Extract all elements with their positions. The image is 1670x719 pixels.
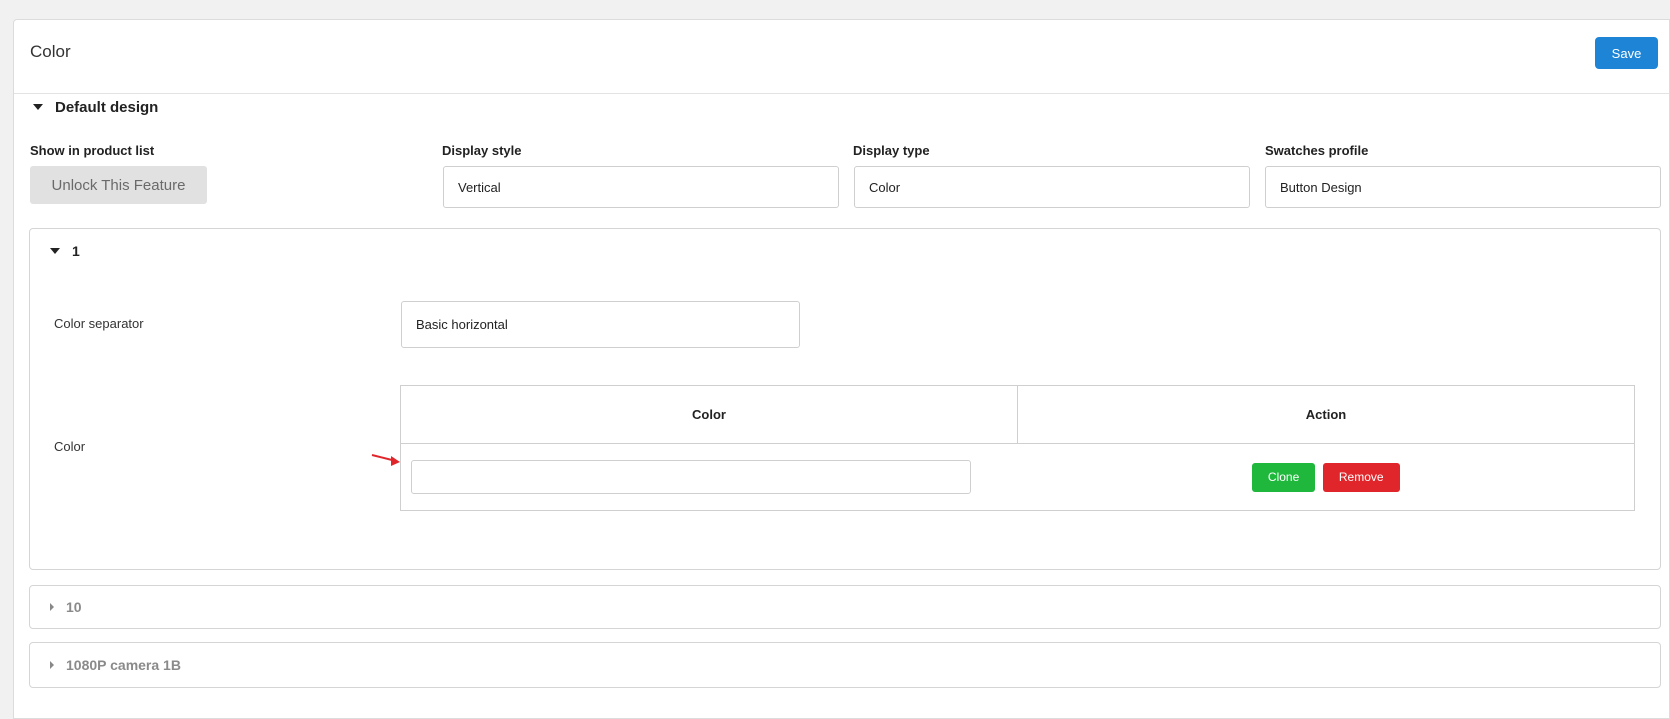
display-type-label: Display type [853, 143, 930, 158]
clone-button[interactable]: Clone [1251, 462, 1316, 492]
color-column-header: Color [400, 385, 1018, 444]
action-column-header: Action [1017, 385, 1635, 444]
page-title: Color [30, 42, 71, 61]
display-type-value: Color [869, 179, 901, 195]
color-value-input[interactable] [411, 460, 971, 494]
unlock-feature-button[interactable]: Unlock This Feature [30, 166, 207, 204]
caret-right-icon [50, 603, 54, 611]
group-1-toggle[interactable]: 1 [50, 243, 80, 259]
table-row: Clone Remove [400, 443, 1635, 511]
caret-down-icon [50, 248, 60, 254]
display-style-label: Display style [442, 143, 522, 158]
card-header: Color Save [14, 20, 1669, 94]
display-type-select[interactable]: Color [854, 166, 1250, 208]
action-cell: Clone Remove [1017, 443, 1635, 511]
group-panel-1080p[interactable]: 1080P camera 1B [29, 642, 1661, 688]
display-style-select[interactable]: Vertical [443, 166, 839, 208]
caret-right-icon [50, 661, 54, 669]
group-1080p-toggle[interactable]: 1080P camera 1B [50, 657, 181, 673]
color-separator-value: Basic horizontal [416, 317, 508, 332]
group-title: 10 [66, 599, 82, 615]
swatches-profile-label: Swatches profile [1265, 143, 1369, 158]
remove-button[interactable]: Remove [1322, 462, 1400, 492]
caret-down-icon [33, 104, 43, 110]
save-button[interactable]: Save [1595, 37, 1658, 69]
color-table: Color Action Clone Remove [400, 385, 1635, 511]
group-panel-10[interactable]: 10 [29, 585, 1661, 629]
group-10-toggle[interactable]: 10 [50, 599, 82, 615]
group-title: 1 [72, 243, 80, 259]
color-cell [400, 443, 1018, 511]
color-separator-label: Color separator [54, 316, 144, 331]
group-title: 1080P camera 1B [66, 657, 181, 673]
display-style-value: Vertical [458, 179, 501, 195]
red-arrow-icon [371, 454, 400, 466]
group-panel-1: 1 Color separator Basic horizontal Color… [29, 228, 1661, 570]
swatches-profile-select[interactable]: Button Design [1265, 166, 1661, 208]
swatches-profile-value: Button Design [1280, 179, 1362, 195]
section-default-design-toggle[interactable]: Default design [33, 96, 158, 118]
section-title: Default design [55, 98, 159, 116]
show-in-product-list-label: Show in product list [30, 143, 155, 158]
color-separator-select[interactable]: Basic horizontal [401, 301, 800, 348]
color-label: Color [54, 439, 86, 454]
